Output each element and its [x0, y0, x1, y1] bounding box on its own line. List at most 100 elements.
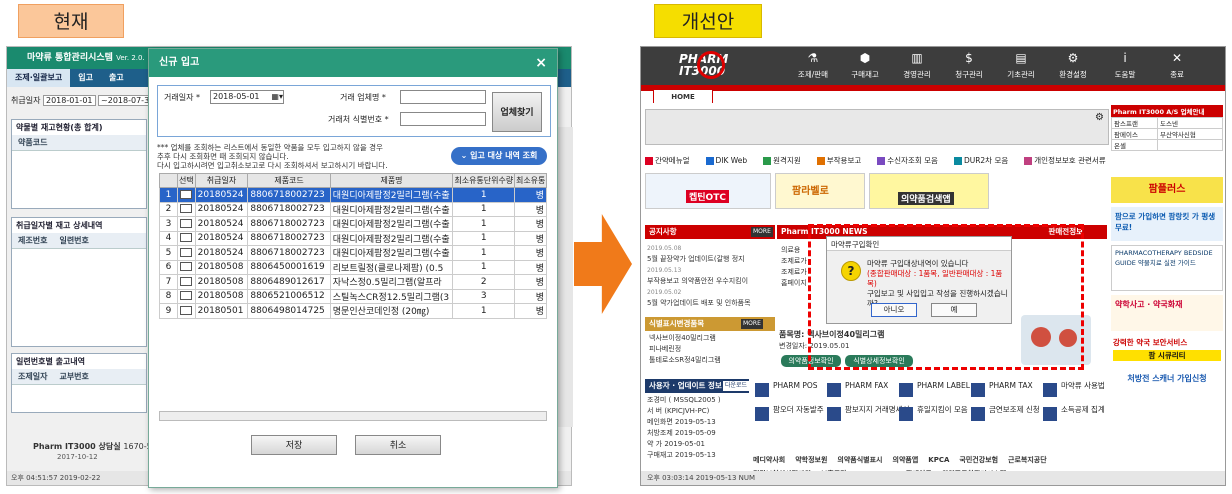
col-qty[interactable]: 최소유통단위수량 [452, 173, 516, 188]
ad-security[interactable]: 강력한 약국 보안서비스 팜 시큐리티 [1111, 335, 1223, 365]
ad-pharm-label[interactable]: 팜라벨로 [775, 173, 865, 209]
menu-item[interactable]: ▤ 기초관리 [995, 47, 1047, 80]
row-checkbox[interactable] [177, 201, 196, 217]
menu-outbound[interactable]: 출고 [101, 69, 132, 87]
row-date: 20180524 [194, 216, 249, 232]
col-date[interactable]: 취급일자 [194, 173, 249, 188]
quick-link[interactable]: 수신자조회 모음 [877, 155, 946, 166]
col-name[interactable]: 제품명 [329, 173, 454, 188]
col-select[interactable]: 선택 [177, 173, 196, 188]
company-label: 거래 업체명 * [340, 93, 386, 102]
table-row[interactable]: 4 20180524 8806718002723 대원디아제팜정2밀리그램(수출… [159, 230, 547, 246]
ad-pharm-plus[interactable]: 팜플러스 [1111, 177, 1223, 203]
cancel-button[interactable]: 취소 [355, 435, 441, 455]
quick-link[interactable]: 원격지원 [763, 155, 809, 166]
user-info-row: 약 가 2019-05-01 [647, 440, 706, 448]
partner-logo[interactable]: 국민건강보험 [959, 453, 998, 467]
table-row[interactable]: 9 20180501 8806498014725 명문인산코데인정 (20㎎) … [159, 303, 547, 319]
news-item[interactable]: 조제료가 [781, 256, 807, 267]
as-row[interactable]: 팜스프랜 도스넨 [1111, 117, 1224, 129]
drug-item[interactable]: 피나베린정 [649, 344, 721, 355]
table-row[interactable]: 5 20180524 8806718002723 대원디아제팜정2밀리그램(수출… [159, 245, 547, 261]
row-number: 5 [159, 245, 178, 261]
service-icon [1043, 407, 1057, 421]
notice-item[interactable]: 2019.05.02 5월 약가업데이트 배포 및 인하품목 [647, 287, 775, 309]
table-row[interactable]: 8 20180508 8806521006512 스틸녹스CR정12.5밀리그램… [159, 288, 547, 304]
partner-logo[interactable]: 의약품식별표시 [837, 453, 882, 467]
partner-logo[interactable]: 의약품앱 [893, 453, 919, 467]
date-from-input[interactable]: 2018-01-01 [43, 95, 96, 106]
menu-inbound[interactable]: 입고 [70, 69, 101, 87]
quick-link[interactable]: DUR2차 모음 [953, 155, 1016, 166]
ad-scanner[interactable]: 처방전 스캐너 가입신청 [1111, 373, 1223, 384]
drug-item[interactable]: 넥사브이정40밀리그램 [649, 333, 721, 344]
find-company-button[interactable]: 업체찾기 [492, 92, 542, 132]
col-unit[interactable]: 최소유통 [514, 173, 547, 188]
ad-bedside-guide[interactable]: PHARMACOTHERAPY BEDSIDE GUIDE 약물치료 실전 가이… [1111, 245, 1223, 291]
download-button[interactable]: 다운로드 [723, 381, 750, 391]
menu-report[interactable]: 조제·일괄보고 [7, 69, 71, 87]
row-checkbox[interactable] [177, 274, 196, 290]
row-name: 명문인산코데인정 (20㎎) [329, 303, 454, 319]
partner-logo[interactable]: 근로복지공단 [1008, 453, 1047, 467]
col-code[interactable]: 제품코드 [247, 173, 331, 188]
table-row[interactable]: 3 20180524 8806718002723 대원디아제팜정2밀리그램(수출… [159, 216, 547, 232]
horizontal-scrollbar[interactable] [159, 411, 547, 421]
row-checkbox[interactable] [177, 303, 196, 319]
ad-free-join[interactable]: 팜으로 가입하면 팜랑킷 가 평생무료! [1111, 207, 1223, 241]
notice-more-link[interactable]: MORE [751, 227, 773, 237]
close-icon[interactable]: × [535, 49, 547, 77]
menu-item[interactable]: ⚗ 조제/판매 [787, 47, 839, 80]
row-qty: 1 [452, 259, 516, 275]
list-query-button[interactable]: ⌄ 입고 대상 내역 조회 [451, 147, 547, 165]
table-row[interactable]: 6 20180508 8806450001619 리보트릴정(클로나제팜) (0… [159, 259, 547, 275]
row-checkbox[interactable] [177, 187, 196, 203]
menu-item[interactable]: ⬢ 구매재고 [839, 47, 891, 80]
news-item[interactable]: 홈페이지 [781, 278, 807, 289]
partner-logo[interactable]: 메디약사회 [753, 453, 785, 467]
as-row[interactable]: 팜메이스 부산약사신협 [1111, 128, 1224, 140]
calendar-dropdown-icon[interactable]: ▦▾ [271, 91, 283, 103]
tab-home[interactable]: HOME [653, 89, 713, 103]
row-checkbox[interactable] [177, 216, 196, 232]
table-row[interactable]: 1 20180524 8806718002723 대원디아제팜정2밀리그램(수출… [159, 187, 547, 203]
news-item[interactable]: 의료용 [781, 245, 807, 256]
ad-pharmacy-fire[interactable]: 약학사고 · 약국화재 [1111, 295, 1223, 331]
quick-link[interactable]: 개인정보보호 관련서류 [1024, 155, 1113, 166]
service-icon [827, 407, 841, 421]
company-input[interactable] [400, 90, 486, 104]
menu-item[interactable]: ▥ 경영관리 [891, 47, 943, 80]
row-unit: 병 [514, 201, 547, 217]
row-unit: 병 [514, 187, 547, 203]
news-item[interactable]: 조제료가 [781, 267, 807, 278]
drug-more-link[interactable]: MORE [741, 319, 763, 329]
row-checkbox[interactable] [177, 245, 196, 261]
menu-item[interactable]: ⚙ 환경설정 [1047, 47, 1099, 80]
drug-list: 넥사브이정40밀리그램 피나베린정 톨테로소SR정4밀리그램 [649, 333, 721, 366]
quick-link[interactable]: 부작용보고 [816, 155, 870, 166]
row-checkbox[interactable] [177, 230, 196, 246]
ad-captin-otc[interactable]: 켑틴OTC [645, 173, 771, 209]
menu-icon: ▤ [1015, 51, 1027, 65]
save-button[interactable]: 저장 [251, 435, 337, 455]
quick-link[interactable]: DIK Web [705, 156, 756, 165]
trade-date-input[interactable]: 2018-05-01 ▦▾ [210, 90, 284, 104]
table-row[interactable]: 2 20180524 8806718002723 대원디아제팜정2밀리그램(수출… [159, 201, 547, 217]
menu-item[interactable]: $ 청구관리 [943, 47, 995, 80]
gear-icon[interactable]: ⚙ [1095, 112, 1104, 123]
menu-item[interactable]: i 도움말 [1099, 47, 1151, 80]
ad-drug-search-app[interactable]: 의약품검색앱 [869, 173, 989, 209]
drug-item[interactable]: 톨테로소SR정4밀리그램 [649, 355, 721, 366]
menu-item[interactable]: ✕ 종료 [1151, 47, 1203, 80]
as-row[interactable]: 온셀 [1111, 139, 1224, 151]
quick-link[interactable]: 간약메뉴얼 [645, 155, 698, 166]
partner-logo[interactable]: KPCA [928, 453, 949, 467]
notice-item[interactable]: 2019.05.13 부작용보고 의약품안전 우수지킴이 [647, 265, 775, 287]
row-unit: 병 [514, 216, 547, 232]
row-checkbox[interactable] [177, 259, 196, 275]
table-row[interactable]: 7 20180508 8806489012617 자낙스정0.5밀리그램(알프라… [159, 274, 547, 290]
partner-logo[interactable]: 약학정보원 [795, 453, 827, 467]
company-id-input[interactable] [400, 112, 486, 126]
row-checkbox[interactable] [177, 288, 196, 304]
notice-item[interactable]: 2019.05.08 5월 끝장약가 업데이트(갈행 정지 [647, 243, 775, 265]
